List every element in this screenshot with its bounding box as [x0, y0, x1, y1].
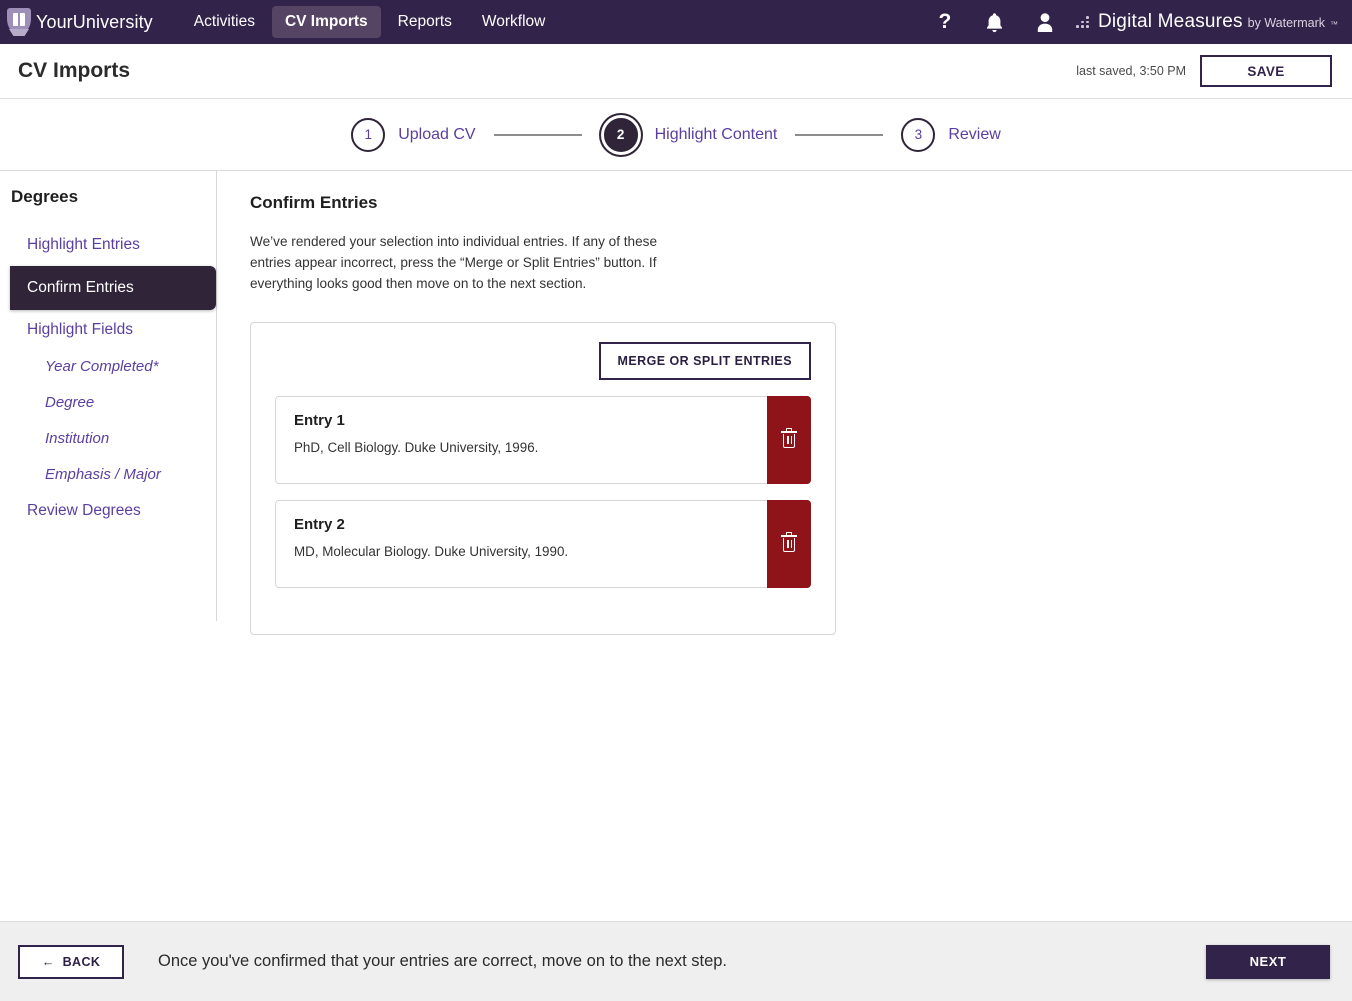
primary-nav: Activities CV Imports Reports Workflow [181, 6, 559, 38]
step-3-number: 3 [901, 117, 936, 152]
sidebar-navigation: Degrees Highlight Entries Confirm Entrie… [0, 171, 217, 621]
brand-name: YourUniversity [36, 11, 153, 32]
delete-entry-2-button[interactable] [767, 500, 811, 589]
entry-2-content[interactable]: Entry 2 MD, Molecular Biology. Duke Univ… [276, 501, 767, 587]
arrow-left-icon: ← [41, 954, 55, 969]
wizard-footer: ← BACK Once you've confirmed that your e… [0, 921, 1352, 1001]
last-saved-status: last saved, 3:50 PM [1076, 64, 1186, 78]
watermark-byline: by Watermark [1247, 16, 1325, 30]
entries-card: MERGE OR SPLIT ENTRIES Entry 1 PhD, Cell… [250, 322, 836, 636]
section-description: We’ve rendered your selection into indiv… [250, 234, 658, 292]
sidebar-heading: Degrees [11, 187, 79, 206]
merge-or-split-entries-button[interactable]: MERGE OR SPLIT ENTRIES [598, 342, 811, 381]
sidebar-item-highlight-fields[interactable]: Highlight Fields [0, 312, 216, 349]
digital-measures-name: Digital Measures [1097, 11, 1243, 32]
main-content: Confirm Entries We’ve rendered your sele… [217, 171, 1352, 935]
entry-2-text: MD, Molecular Biology. Duke University, … [294, 544, 569, 560]
entry-1-title: Entry 1 [294, 412, 345, 430]
nav-utility-group: ? Digital Measures by Watermark ™ [920, 0, 1342, 44]
university-crest-icon [6, 7, 32, 37]
step-3-label: Review [948, 125, 1001, 143]
section-title: Confirm Entries [250, 193, 378, 212]
page-body: Degrees Highlight Entries Confirm Entrie… [0, 171, 1352, 935]
wizard-stepper: 1 Upload CV 2 Highlight Content 3 Review [0, 99, 1352, 171]
step-review[interactable]: 3 Review [901, 117, 1001, 152]
sidebar-item-institution[interactable]: Institution [0, 421, 216, 457]
entries-toolbar: MERGE OR SPLIT ENTRIES [275, 342, 811, 381]
step-connector-2 [795, 133, 884, 136]
step-highlight-content[interactable]: 2 Highlight Content [600, 117, 778, 152]
entry-row-2: Entry 2 MD, Molecular Biology. Duke Univ… [275, 500, 811, 589]
trash-icon [781, 532, 797, 553]
step-2-number: 2 [603, 117, 638, 152]
entry-2-title: Entry 2 [294, 516, 345, 534]
user-account-icon[interactable] [1020, 0, 1070, 44]
sidebar-item-review-degrees[interactable]: Review Degrees [0, 493, 216, 530]
sidebar-item-highlight-entries[interactable]: Highlight Entries [0, 227, 216, 264]
nav-item-cv-imports[interactable]: CV Imports [271, 6, 381, 38]
trademark-symbol: ™ [1330, 20, 1338, 29]
entry-row-1: Entry 1 PhD, Cell Biology. Duke Universi… [275, 396, 811, 485]
step-1-number: 1 [351, 117, 386, 152]
app-page: YourUniversity Activities CV Imports Rep… [0, 0, 1352, 1001]
trash-icon [781, 428, 797, 449]
entry-1-text: PhD, Cell Biology. Duke University, 1996… [294, 440, 539, 456]
digital-measures-logo: Digital Measures by Watermark ™ [1075, 11, 1342, 33]
step-1-label: Upload CV [398, 125, 476, 143]
back-button-label: BACK [62, 954, 101, 969]
back-button[interactable]: ← BACK [18, 944, 124, 979]
page-title-actions: last saved, 3:50 PM SAVE [1076, 55, 1332, 87]
page-title-bar: CV Imports last saved, 3:50 PM SAVE [0, 44, 1352, 99]
step-connector-1 [493, 133, 582, 136]
delete-entry-1-button[interactable] [767, 396, 811, 485]
sidebar-item-emphasis-major[interactable]: Emphasis / Major [0, 457, 216, 493]
sidebar-item-year-completed[interactable]: Year Completed* [0, 349, 216, 385]
sidebar-item-degree[interactable]: Degree [0, 385, 216, 421]
help-icon[interactable]: ? [920, 0, 970, 44]
save-button[interactable]: SAVE [1200, 55, 1332, 87]
top-navigation-bar: YourUniversity Activities CV Imports Rep… [0, 0, 1352, 44]
sidebar-item-confirm-entries[interactable]: Confirm Entries [10, 265, 216, 311]
nav-item-reports[interactable]: Reports [385, 6, 465, 38]
step-2-label: Highlight Content [654, 125, 778, 143]
step-upload-cv[interactable]: 1 Upload CV [351, 117, 476, 152]
nav-item-workflow[interactable]: Workflow [469, 6, 558, 38]
next-button[interactable]: NEXT [1206, 944, 1330, 979]
nav-item-activities[interactable]: Activities [181, 6, 268, 38]
digital-measures-dots-icon [1075, 15, 1093, 29]
notifications-bell-icon[interactable] [970, 0, 1020, 44]
page-title: CV Imports [18, 59, 131, 82]
entry-1-content[interactable]: Entry 1 PhD, Cell Biology. Duke Universi… [276, 397, 767, 483]
brand-home-link[interactable]: YourUniversity [6, 7, 153, 37]
footer-message: Once you've confirmed that your entries … [158, 952, 728, 971]
